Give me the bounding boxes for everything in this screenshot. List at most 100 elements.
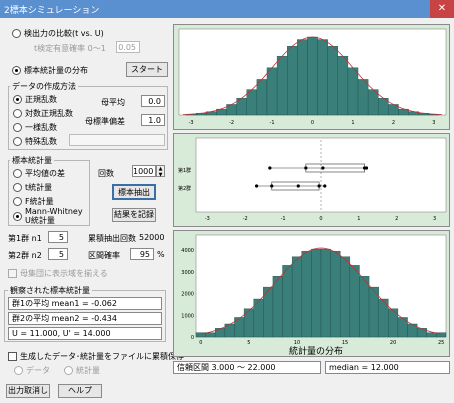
statistic-chart-panel: 0 1000 2000 3000 4000 0 5 10 15 20 25 統計量の分布	[173, 230, 450, 357]
statistic-xtick: 15	[342, 340, 348, 346]
save-checkbox[interactable]	[8, 352, 17, 361]
sd-field[interactable]: 1.0	[141, 114, 165, 126]
statistic-bar	[388, 308, 399, 338]
total-value: 52000	[139, 233, 165, 242]
method-uniform-radio[interactable]	[13, 123, 22, 132]
ci-label: 区間確率	[88, 251, 120, 260]
population-xtick: -2	[229, 120, 234, 126]
stat-t-radio[interactable]	[13, 183, 22, 192]
sample-xtick: -3	[205, 216, 210, 222]
group1-ylabel: 第1群	[178, 167, 191, 174]
stat-t-label: t統計量	[25, 183, 53, 192]
stat-mean-diff-label: 平均値の差	[25, 169, 65, 178]
stat-f-radio[interactable]	[13, 197, 22, 206]
sample-chart: 第1群 第2群 -3 -2 -1 0 1 2 3	[178, 137, 447, 222]
population-bar	[266, 67, 278, 116]
statistic-bar	[426, 332, 437, 338]
stat-t[interactable]: t統計量	[13, 182, 52, 193]
statistic-bar	[311, 248, 322, 338]
population-xtick: 1	[351, 120, 354, 126]
method-uniform[interactable]: 一様乱数	[13, 122, 57, 133]
statistic-bar	[349, 265, 360, 338]
save-data-option[interactable]: データ	[14, 365, 50, 376]
method-lognormal-radio[interactable]	[13, 109, 22, 118]
sig-field[interactable]: 0.05	[116, 41, 140, 53]
compare-radio[interactable]	[12, 29, 21, 38]
distribution-label: 標本統計量の分布	[24, 66, 88, 75]
save-stat-radio[interactable]	[64, 366, 73, 375]
stat-u[interactable]	[13, 212, 25, 221]
sample-xtick: -2	[243, 216, 248, 222]
population-xtick: -3	[189, 120, 194, 126]
mean-field[interactable]: 0.0	[141, 95, 165, 107]
population-xtick: 2	[392, 120, 395, 126]
sample-point	[270, 184, 274, 188]
sample-point	[268, 166, 272, 170]
population-bar	[347, 67, 359, 116]
population-bar	[276, 55, 288, 116]
count-spinner[interactable]: ▲ ▼	[156, 165, 165, 178]
method-special-radio[interactable]	[13, 137, 22, 146]
statistic-bar	[243, 308, 254, 338]
distribution-option[interactable]: 標本統計量の分布	[12, 65, 88, 76]
statistic-bar	[215, 328, 226, 338]
stat-f-label: F統計量	[25, 197, 54, 206]
n1-field[interactable]: 5	[48, 231, 68, 243]
help-button[interactable]: ヘルプ	[58, 384, 102, 398]
sample-point	[296, 184, 300, 188]
statistic-bar	[301, 251, 312, 338]
population-bar	[307, 36, 318, 116]
stat-u-radio[interactable]	[13, 212, 22, 221]
statistic-xtick: 20	[390, 340, 396, 346]
observed-mean2: 群2の平均 mean2 = -0.434	[8, 312, 162, 325]
save-option[interactable]: 生成したデータ･統計量をファイルに累積保存	[8, 351, 184, 362]
stat-f[interactable]: F統計量	[13, 196, 54, 207]
statistic-bar	[320, 248, 331, 338]
sample-point	[323, 184, 327, 188]
cancel-output-button[interactable]: 出力取消し	[6, 384, 50, 398]
sample-xtick: 1	[357, 216, 360, 222]
show-region-option[interactable]: 母集団に表示域を揃える	[8, 268, 108, 279]
sample-point	[364, 166, 369, 170]
stat-mean-diff-radio[interactable]	[13, 169, 22, 178]
start-button[interactable]: スタート	[126, 62, 168, 77]
population-bar	[317, 39, 328, 116]
stat-mean-diff[interactable]: 平均値の差	[13, 168, 65, 179]
method-special[interactable]: 特殊乱数	[13, 136, 57, 147]
method-normal-label: 正規乱数	[25, 95, 57, 104]
observed-title: 観察された標本統計量	[8, 285, 92, 296]
method-normal-radio[interactable]	[13, 95, 22, 104]
statistic-bar	[359, 276, 370, 338]
close-button[interactable]: ✕	[430, 0, 454, 18]
statistic-ytick: 4000	[181, 248, 194, 254]
statistic-bar	[205, 332, 216, 338]
statistic-title: 標本統計量	[10, 155, 54, 166]
total-label: 累積抽出回数	[88, 234, 136, 243]
population-chart-panel: -3 -2 -1 0 1 2 3	[173, 24, 450, 130]
special-field[interactable]	[69, 134, 165, 146]
compare-label: 検出力の比較(t vs. U)	[24, 29, 104, 38]
method-normal[interactable]: 正規乱数	[13, 94, 57, 105]
interval-box: 信頼区間 3.000 〜 22.000	[173, 361, 321, 374]
distribution-radio[interactable]	[12, 66, 21, 75]
count-field[interactable]: 1000	[132, 165, 156, 177]
save-stat-option[interactable]: 統計量	[64, 365, 100, 376]
statistic-xtick: 25	[438, 340, 444, 346]
ci-field[interactable]: 95	[130, 248, 154, 260]
compare-option[interactable]: 検出力の比較(t vs. U)	[12, 28, 104, 39]
data-method-title: データの作成方法	[10, 81, 78, 92]
extract-button[interactable]: 標本抽出	[112, 184, 156, 200]
method-lognormal[interactable]: 対数正規乱数	[13, 108, 73, 119]
sample-xtick: 3	[433, 216, 436, 222]
population-bar	[287, 46, 298, 116]
show-region-checkbox[interactable]	[8, 269, 17, 278]
statistic-ytick: 2000	[181, 292, 194, 298]
median-box: median = 12.000	[325, 361, 450, 374]
statistic-bar	[340, 256, 351, 338]
save-data-radio[interactable]	[14, 366, 23, 375]
sample-point	[321, 166, 325, 170]
window-title: 2標本シミュレーション	[4, 6, 100, 16]
record-button[interactable]: 結果を記録	[112, 208, 156, 222]
n2-field[interactable]: 5	[48, 248, 68, 260]
population-xtick: 0	[311, 120, 314, 126]
